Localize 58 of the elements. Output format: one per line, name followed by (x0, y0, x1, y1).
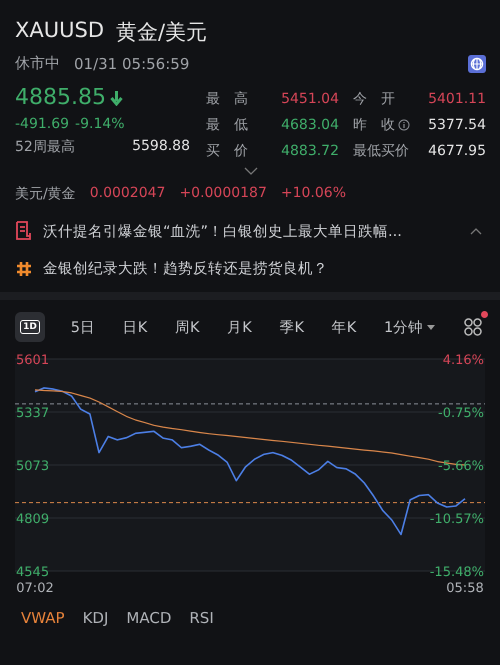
stat-value: 4677.95 (428, 143, 486, 159)
percent-label: -5.66% (438, 459, 484, 474)
time-label: 07:02 (16, 581, 54, 596)
chevron-up-icon[interactable] (470, 228, 482, 234)
axis-label: 5337 (16, 406, 50, 421)
last-price: 4885.85 (15, 85, 106, 110)
period-tab[interactable]: 周K (172, 314, 202, 340)
percent-label: -15.48% (430, 565, 484, 580)
instrument-name: 黄金/美元 (116, 19, 208, 46)
conversion-rate: 0.0002047 (90, 185, 166, 203)
time-label: 05:58 (446, 581, 484, 596)
stat-label: 买 价 (206, 142, 248, 160)
market-status: 休市中 (15, 54, 60, 73)
hashtag-icon (15, 260, 33, 278)
period-tab[interactable]: 1D (15, 312, 45, 342)
timestamp: 01/31 05:56:59 (74, 54, 190, 72)
news-headline[interactable]: 金银创纪录大跌！趋势反转还是捞货良机？ (43, 259, 328, 278)
axis-label: 5073 (16, 459, 50, 474)
stat-value: 4683.04 (281, 117, 339, 133)
stat-value: 5451.04 (281, 91, 339, 107)
period-tab[interactable]: 日K (120, 314, 150, 340)
axis-label: 4809 (16, 512, 50, 527)
period-tab[interactable]: 5日 (68, 314, 97, 340)
percent-change: -9.14% (75, 116, 125, 132)
period-tab[interactable]: 1分钟 (382, 314, 438, 340)
stat-value: 5401.11 (428, 91, 486, 107)
news-headline[interactable]: 沃什提名引爆金银“血洗”！白银创史上最大单日跌幅... (43, 222, 402, 240)
stat-value: 5598.88 (132, 138, 190, 156)
stat-value: 4883.72 (281, 143, 339, 159)
axis-label: 4545 (16, 565, 50, 580)
stat-label: 最 低 (206, 116, 248, 134)
caret-icon (427, 324, 436, 330)
period-tab[interactable]: 年K (330, 314, 358, 340)
axis-label: 5601 (16, 353, 50, 368)
info-icon[interactable] (398, 119, 410, 131)
conversion-percent: +10.06% (280, 185, 346, 203)
symbol-title: XAUUSD (15, 18, 104, 44)
percent-label: -0.75% (438, 406, 484, 421)
document-icon (15, 221, 33, 241)
price-change: -491.69 (15, 116, 70, 132)
conversion-change: +0.0000187 (179, 185, 267, 203)
chevron-down-icon[interactable] (244, 167, 258, 175)
percent-label: 4.16% (442, 353, 484, 368)
stat-value: 5377.54 (428, 117, 486, 133)
conversion-label: 美元/黄金 (15, 185, 76, 203)
period-tab[interactable]: 季K (277, 314, 306, 340)
indicator-tab[interactable]: MACD (120, 607, 178, 629)
stat-label: 今 开 (353, 90, 395, 108)
period-tab[interactable]: 月K (225, 314, 254, 340)
stat-label: 52周最高 (15, 138, 75, 156)
stat-label: 最 高 (206, 90, 248, 108)
indicator-tab[interactable]: RSI (183, 607, 220, 629)
indicator-tab[interactable]: KDJ (76, 607, 114, 629)
stat-label: 最低买价 (353, 142, 409, 160)
globe-icon[interactable] (468, 54, 486, 72)
indicator-tab[interactable]: VWAP (15, 607, 71, 629)
stat-label: 昨 收 (353, 116, 395, 134)
percent-label: -10.57% (430, 512, 484, 527)
